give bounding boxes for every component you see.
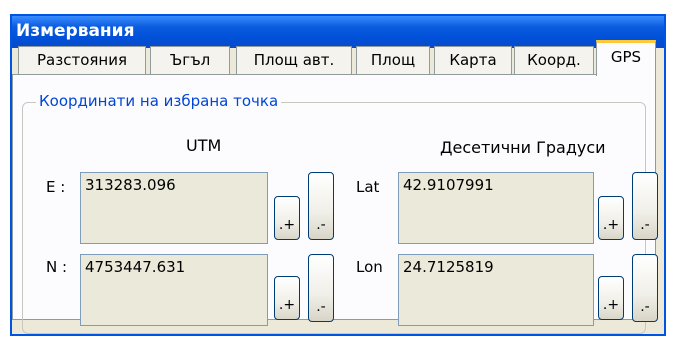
northing-field[interactable]: 4753447.631: [80, 254, 268, 326]
tab-gps[interactable]: GPS: [596, 40, 656, 76]
window-title: Измервания: [16, 21, 135, 41]
easting-plus-label: .+: [278, 217, 296, 233]
lat-minus-label: .-: [640, 217, 650, 233]
lat-label: Lat: [356, 178, 380, 196]
tab-coords[interactable]: Коорд.: [514, 46, 594, 74]
lat-minus-button[interactable]: .-: [632, 172, 658, 240]
title-bar[interactable]: Измервания: [12, 16, 664, 48]
tab-area-auto[interactable]: Площ авт.: [236, 46, 352, 74]
lat-plus-button[interactable]: .+: [598, 196, 624, 240]
easting-field[interactable]: 313283.096: [80, 172, 268, 244]
lon-plus-label: .+: [602, 297, 620, 313]
lon-field[interactable]: 24.7125819: [398, 254, 594, 326]
tab-map[interactable]: Карта: [434, 46, 512, 74]
northing-minus-label: .-: [316, 299, 326, 315]
easting-minus-label: .-: [316, 217, 326, 233]
lat-plus-label: .+: [602, 217, 620, 233]
easting-plus-button[interactable]: .+: [274, 196, 300, 240]
utm-header: UTM: [186, 136, 222, 155]
northing-label: N :: [46, 258, 68, 276]
northing-plus-label: .+: [278, 297, 296, 313]
easting-minus-button[interactable]: .-: [308, 172, 334, 240]
easting-label: E :: [46, 178, 66, 196]
lon-plus-button[interactable]: .+: [598, 276, 624, 320]
tab-distances[interactable]: Разстояния: [18, 46, 146, 74]
lat-field[interactable]: 42.9107991: [398, 172, 594, 244]
tab-area[interactable]: Площ: [356, 46, 430, 74]
northing-plus-button[interactable]: .+: [274, 276, 300, 320]
lon-minus-button[interactable]: .-: [632, 254, 658, 322]
lon-minus-label: .-: [640, 299, 650, 315]
group-title: Координати на избрана точка: [36, 92, 282, 110]
northing-minus-button[interactable]: .-: [308, 254, 334, 322]
lon-label: Lon: [356, 258, 383, 276]
decimal-degrees-header: Десетични Градуси: [440, 138, 606, 157]
screen: Измервания Разстояния Ъгъл Площ авт. Пло…: [0, 0, 680, 348]
tab-angle[interactable]: Ъгъл: [150, 46, 230, 74]
